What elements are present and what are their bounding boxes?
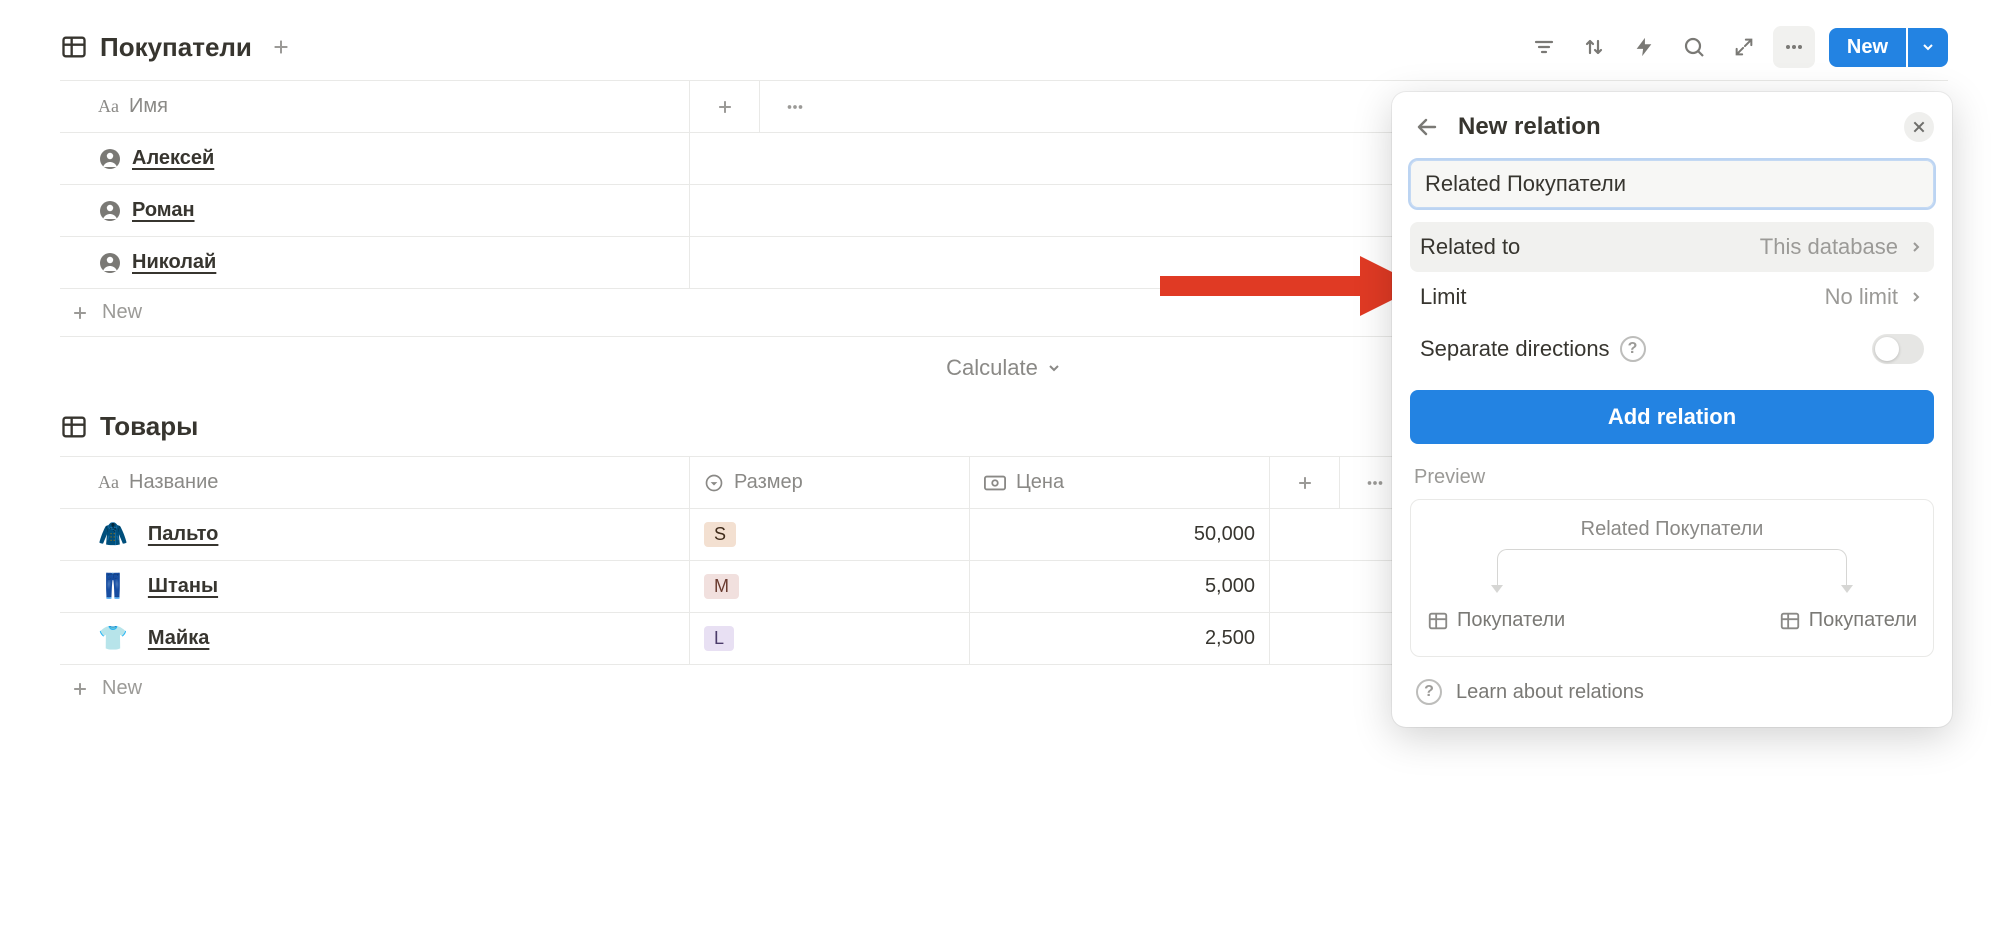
plus-icon (70, 303, 90, 323)
size-tag: M (704, 574, 739, 599)
item-emoji: 👕 (98, 624, 128, 653)
add-column-button[interactable] (690, 81, 760, 132)
filter-icon (1532, 35, 1556, 59)
column-header-size[interactable]: Размер (704, 471, 803, 494)
column-options-button[interactable] (760, 81, 830, 132)
chevron-down-icon (1920, 39, 1936, 55)
relation-name-input[interactable] (1410, 160, 1934, 208)
limit-option[interactable]: Limit No limit (1410, 272, 1934, 322)
row-name: Николай (132, 251, 216, 274)
size-tag: L (704, 626, 734, 651)
plus-icon (1295, 473, 1315, 493)
filter-button[interactable] (1523, 26, 1565, 68)
chevron-right-icon (1908, 239, 1924, 255)
number-property-icon (984, 475, 1006, 491)
person-icon (98, 251, 122, 275)
annotation-arrow (1160, 256, 1420, 316)
popover-title: New relation (1458, 113, 1601, 141)
database-title-buyers[interactable]: Покупатели (60, 32, 252, 63)
search-button[interactable] (1673, 26, 1715, 68)
column-header-name[interactable]: Aa Название (98, 471, 218, 494)
learn-about-relations-link[interactable]: ? Learn about relations (1410, 679, 1934, 705)
related-to-option[interactable]: Related to This database (1410, 222, 1934, 272)
separate-directions-toggle[interactable] (1872, 334, 1924, 364)
add-column-button[interactable] (1270, 457, 1340, 508)
add-relation-button[interactable]: Add relation (1410, 390, 1934, 444)
row-name: Пальто (148, 523, 219, 546)
new-relation-popover: New relation Related to This database Li… (1392, 92, 1952, 727)
plus-icon (715, 97, 735, 117)
automation-button[interactable] (1623, 26, 1665, 68)
back-button[interactable] (1410, 110, 1444, 144)
db1-title-text: Покупатели (100, 32, 252, 63)
price-value: 2,500 (1205, 627, 1255, 650)
new-button[interactable]: New (1829, 28, 1906, 67)
sort-icon (1582, 35, 1606, 59)
plus-icon (270, 36, 292, 58)
size-tag: S (704, 522, 736, 547)
title-property-icon: Aa (98, 96, 119, 117)
price-value: 50,000 (1194, 523, 1255, 546)
row-name: Роман (132, 199, 195, 222)
table-icon (60, 413, 88, 441)
close-button[interactable] (1904, 112, 1934, 142)
add-view-button[interactable] (266, 32, 296, 62)
price-value: 5,000 (1205, 575, 1255, 598)
preview-relation-name: Related Покупатели (1427, 518, 1917, 541)
separate-directions-option: Separate directions ? (1410, 322, 1934, 376)
preview-label: Preview (1410, 466, 1934, 489)
new-dropdown-button[interactable] (1908, 28, 1948, 67)
dots-icon (1782, 35, 1806, 59)
help-icon[interactable]: ? (1620, 336, 1646, 362)
sort-button[interactable] (1573, 26, 1615, 68)
row-name: Майка (148, 627, 209, 650)
chevron-right-icon (1908, 289, 1924, 305)
dots-icon (1364, 472, 1386, 494)
arrow-left-icon (1415, 115, 1439, 139)
column-header-price[interactable]: Цена (984, 471, 1064, 494)
item-emoji: 👖 (98, 572, 128, 601)
item-emoji: 🧥 (98, 520, 128, 549)
bolt-icon (1633, 36, 1655, 58)
more-button[interactable] (1773, 26, 1815, 68)
plus-icon (70, 679, 90, 699)
person-icon (98, 199, 122, 223)
title-property-icon: Aa (98, 472, 119, 493)
dots-icon (784, 96, 806, 118)
row-name: Алексей (132, 147, 214, 170)
close-icon (1911, 119, 1927, 135)
help-icon: ? (1416, 679, 1442, 705)
expand-icon (1733, 36, 1755, 58)
expand-button[interactable] (1723, 26, 1765, 68)
table-icon (60, 33, 88, 61)
row-name: Штаны (148, 575, 218, 598)
select-property-icon (704, 473, 724, 493)
person-icon (98, 147, 122, 171)
chevron-down-icon (1046, 360, 1062, 376)
db2-title-text: Товары (100, 411, 198, 442)
relation-preview: Related Покупатели Покупатели Покупатели (1410, 499, 1934, 657)
search-icon (1682, 35, 1706, 59)
column-header-name[interactable]: Aa Имя (98, 95, 168, 118)
